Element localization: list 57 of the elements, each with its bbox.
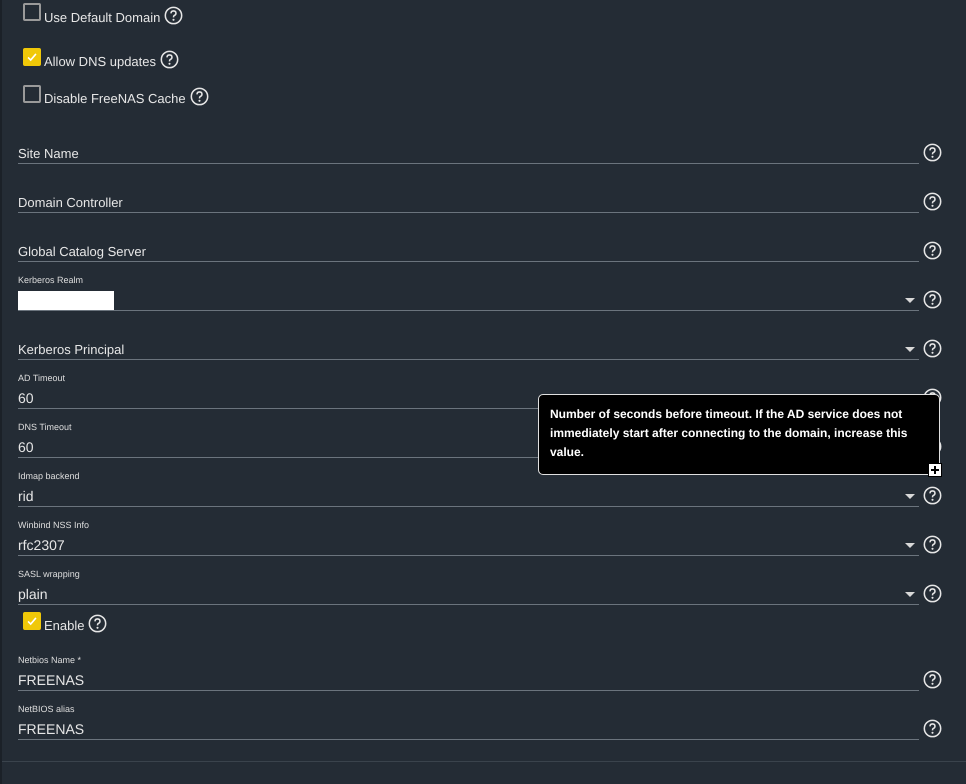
field-label: Kerberos Realm (18, 275, 84, 285)
select-field[interactable]: SASL wrapping plain (18, 565, 919, 605)
help-icon[interactable] (190, 87, 209, 106)
input-field[interactable]: NetBIOS alias FREENAS (18, 700, 919, 740)
field-label: Global Catalog Server (18, 244, 146, 258)
input-field[interactable]: Domain Controller (18, 173, 919, 213)
field-value: 60 (18, 439, 34, 455)
help-icon[interactable] (923, 670, 942, 689)
field-value: rfc2307 (18, 537, 65, 553)
checkbox-label: Disable FreeNAS Cache (44, 91, 186, 106)
field-label: DNS Timeout (18, 422, 73, 432)
help-icon[interactable] (923, 143, 942, 162)
select-field[interactable]: Kerberos Principal (18, 320, 919, 360)
field-value: 60 (18, 390, 34, 406)
field-label: Kerberos Principal (18, 342, 124, 356)
input-field[interactable]: Site Name (18, 124, 919, 164)
field-label: Site Name (18, 146, 79, 160)
help-icon[interactable] (923, 486, 942, 505)
field-label: SASL wrapping (18, 569, 81, 579)
field-label: Netbios Name * (18, 655, 82, 665)
plus-icon (928, 463, 942, 477)
field-label: Idmap backend (18, 471, 81, 481)
caret-icon (905, 592, 915, 596)
caret-icon (905, 346, 915, 352)
help-icon[interactable] (923, 290, 942, 309)
field-value: plain (18, 586, 48, 602)
caret-icon (905, 494, 915, 498)
help-icon[interactable] (164, 6, 184, 24)
field-label: NetBIOS alias (18, 704, 76, 714)
field-label: Domain Controller (18, 194, 123, 210)
field-value: FREENAS (18, 672, 84, 688)
help-icon[interactable] (923, 339, 942, 358)
caret-icon (905, 542, 915, 548)
select-field[interactable]: Kerberos Realm (18, 271, 919, 311)
field-value: FREENAS (18, 721, 84, 737)
checkbox[interactable] (23, 612, 41, 630)
checkbox[interactable] (23, 3, 41, 21)
checkbox[interactable] (23, 84, 41, 102)
help-icon[interactable] (923, 192, 942, 211)
help-icon[interactable] (88, 614, 108, 633)
input-field[interactable]: Netbios Name * FREENAS (18, 651, 919, 691)
help-icon[interactable] (160, 50, 179, 69)
help-icon[interactable] (923, 719, 942, 738)
help-icon[interactable] (923, 241, 942, 260)
field-label: Winbind NSS Info (18, 520, 90, 530)
checkbox[interactable] (23, 48, 41, 66)
checkbox-label: Use Default Domain (44, 10, 160, 24)
checkbox-label: Enable (44, 618, 84, 633)
checkbox-label: Allow DNS updates (44, 54, 156, 69)
tooltip: Number of seconds before timeout. If the AD service does not immediately start after connecting to the domain, increase this value. (538, 394, 940, 475)
select-field[interactable]: Winbind NSS Info rfc2307 (18, 516, 919, 556)
input-field[interactable]: Global Catalog Server (18, 222, 919, 262)
help-icon[interactable] (923, 584, 942, 603)
field-value: rid (18, 488, 34, 504)
caret-icon (905, 298, 915, 302)
help-icon[interactable] (923, 535, 942, 554)
field-label: AD Timeout (18, 373, 66, 383)
